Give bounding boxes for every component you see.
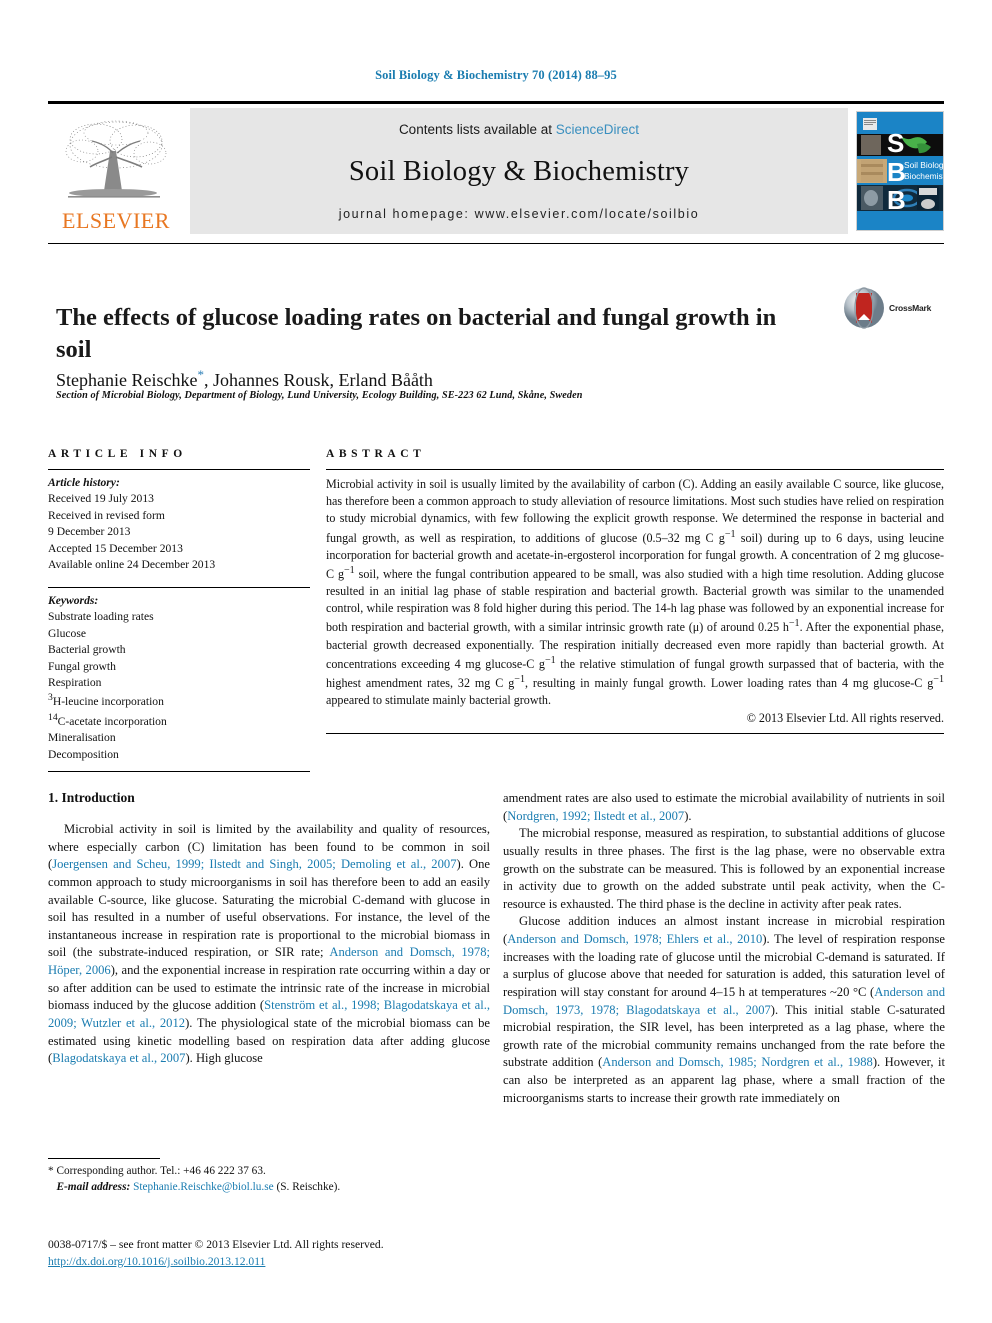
history-item: Accepted 15 December 2013	[48, 541, 183, 555]
keyword-item-acetate: 14C-acetate incorporation	[48, 711, 310, 730]
article-history-block: Article history: Received 19 July 2013 R…	[48, 470, 310, 574]
crossmark-badge[interactable]: CrossMark	[843, 286, 943, 330]
masthead-center-panel: Contents lists available at ScienceDirec…	[190, 108, 848, 234]
author-list: Stephanie Reischke*, Johannes Rousk, Erl…	[56, 367, 816, 391]
keyword-item-leucine: 3H-leucine incorporation	[48, 691, 310, 710]
svg-text:B: B	[887, 185, 906, 215]
paragraph-intro-2: The microbial response, measured as resp…	[503, 826, 945, 911]
keywords-block: Keywords: Substrate loading rates Glucos…	[48, 588, 310, 763]
section-heading-introduction: 1. Introduction	[48, 790, 135, 805]
history-item: 9 December 2013	[48, 525, 131, 539]
corresponding-author-note: * Corresponding author. Tel.: +46 46 222…	[48, 1165, 266, 1177]
elsevier-logo: ELSEVIER	[48, 108, 184, 234]
email-link[interactable]: Stephanie.Reischke@biol.lu.se	[133, 1181, 274, 1193]
keyword-item: Mineralisation	[48, 731, 116, 745]
journal-masthead: ELSEVIER Contents lists available at Sci…	[48, 101, 944, 234]
page-title: The effects of glucose loading rates on …	[56, 304, 777, 363]
doi-link[interactable]: http://dx.doi.org/10.1016/j.soilbio.2013…	[48, 1255, 265, 1268]
elsevier-wordmark: ELSEVIER	[62, 208, 170, 233]
abstract-text: Microbial activity in soil is usually li…	[326, 477, 945, 708]
svg-text:B: B	[887, 157, 906, 187]
keyword-item: Glucose	[48, 626, 86, 640]
article-history-label: Article history:	[48, 476, 120, 489]
acetate-isotope-sup: 14	[48, 711, 58, 723]
journal-homepage-line[interactable]: journal homepage: www.elsevier.com/locat…	[339, 207, 700, 221]
citation-link[interactable]: Anderson and Domsch, 1985; Nordgren et a…	[602, 1055, 873, 1069]
leucine-text: H-leucine incorporation	[52, 695, 164, 709]
article-info-rule-bottom	[48, 770, 310, 772]
footer-block: 0038-0717/$ – see front matter © 2013 El…	[48, 1237, 648, 1271]
paragraph-intro-1: Microbial activity in soil is limited by…	[48, 822, 491, 1066]
keyword-item: Bacterial growth	[48, 643, 126, 657]
paragraph-intro-1-cont: amendment rates are also used to estimat…	[503, 791, 945, 823]
svg-text:Biochemistry: Biochemistry	[904, 171, 943, 181]
issn-copyright-line: 0038-0717/$ – see front matter © 2013 El…	[48, 1238, 384, 1251]
footnote-block: * Corresponding author. Tel.: +46 46 222…	[48, 1163, 488, 1196]
abstract-rule-bottom	[326, 733, 944, 735]
keyword-item: Fungal growth	[48, 659, 116, 673]
citation-link[interactable]: Nordgren, 1992; Ilstedt et al., 2007	[507, 809, 684, 823]
abstract-heading: ABSTRACT	[326, 448, 426, 460]
author-others: , Johannes Rousk, Erland Bååth	[203, 370, 433, 390]
citation-link[interactable]: Joergensen and Scheu, 1999; Ilstedt and …	[52, 857, 456, 871]
sciencedirect-link[interactable]: ScienceDirect	[556, 122, 639, 137]
contents-prefix: Contents lists available at	[398, 122, 556, 137]
email-note: E-mail address: Stephanie.Reischke@biol.…	[48, 1179, 488, 1195]
citation-link[interactable]: Anderson and Domsch, 1978; Ehlers et al.…	[507, 932, 762, 946]
footnote-divider	[48, 1158, 160, 1159]
author-corresponding: Stephanie Reischke	[56, 370, 198, 390]
journal-cover-artwork: S B B Soil Biology & Biochemistry	[857, 112, 943, 230]
keyword-item: Respiration	[48, 675, 102, 689]
email-label: E-mail address:	[56, 1181, 131, 1194]
history-item: Received 19 July 2013	[48, 492, 154, 506]
svg-text:S: S	[887, 128, 904, 158]
citation-link[interactable]: Stenström et al., 1998; Blagodatskaya et…	[48, 998, 490, 1030]
journal-title: Soil Biology & Biochemistry	[348, 156, 690, 187]
citation-link[interactable]: Anderson and Domsch, 1978; Höper, 2006	[48, 945, 490, 977]
paragraph-intro-3: Glucose addition induces an almost insta…	[503, 914, 946, 1105]
journal-cover-thumbnail: S B B Soil Biology & Biochemistry	[856, 111, 944, 231]
elsevier-tree-icon	[65, 120, 167, 198]
article-info-column: ARTICLE INFO Article history: Received 1…	[48, 448, 310, 772]
svg-text:Soil Biology &: Soil Biology &	[904, 160, 943, 170]
affiliation: Section of Microbial Biology, Department…	[56, 390, 583, 401]
citation-link[interactable]: Blagodatskaya et al., 2007	[52, 1051, 185, 1065]
paper-page: Soil Biology & Biochemistry 70 (2014) 88…	[0, 0, 992, 1323]
article-info-heading: ARTICLE INFO	[48, 448, 187, 460]
citation-link[interactable]: Anderson and Domsch, 1973, 1978; Blagoda…	[503, 985, 945, 1017]
contents-list-line: Contents lists available at ScienceDirec…	[399, 122, 639, 137]
title-divider	[48, 243, 944, 244]
body-column-left: 1. Introduction Microbial activity in so…	[48, 790, 490, 1068]
crossmark-icon	[844, 287, 884, 329]
history-item: Received in revised form	[48, 508, 165, 522]
crossmark-label: CrossMark	[889, 303, 932, 313]
keyword-item: Decomposition	[48, 747, 119, 761]
keyword-item: Substrate loading rates	[48, 610, 154, 624]
abstract-column: ABSTRACT Microbial activity in soil is u…	[326, 448, 945, 735]
running-head: Soil Biology & Biochemistry 70 (2014) 88…	[375, 68, 617, 82]
keywords-label: Keywords:	[48, 593, 99, 607]
body-column-right: amendment rates are also used to estimat…	[503, 790, 945, 1107]
abstract-copyright: © 2013 Elsevier Ltd. All rights reserved…	[746, 711, 944, 726]
acetate-text: C-acetate incorporation	[57, 714, 167, 728]
email-suffix: (S. Reischke).	[276, 1181, 341, 1194]
history-item: Available online 24 December 2013	[48, 558, 216, 572]
